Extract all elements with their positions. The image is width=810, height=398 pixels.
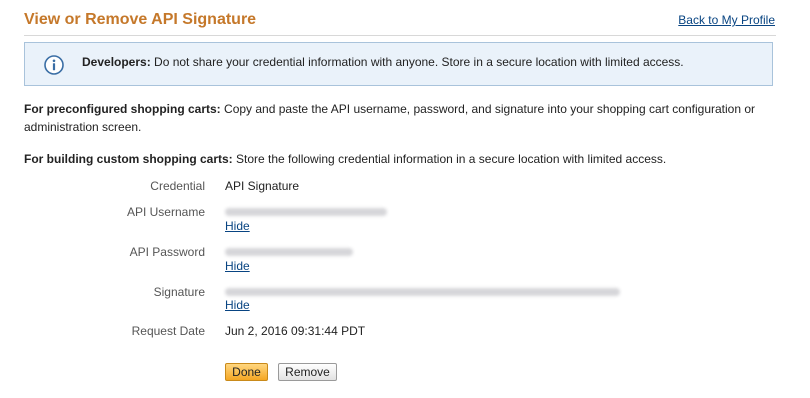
api-password-label: API Password [129,245,205,259]
api-username-value-redacted [225,208,387,216]
request-date-label: Request Date [131,324,205,338]
info-message-text: Do not share your credential information… [150,55,684,69]
signature-label: Signature [153,285,205,299]
done-button[interactable]: Done [225,363,268,381]
page-title: View or Remove API Signature [24,11,257,28]
credential-value: API Signature [225,179,300,193]
hide-username-link[interactable]: Hide [225,219,250,233]
hide-signature-link[interactable]: Hide [225,298,250,312]
back-to-profile-link[interactable]: Back to My Profile [678,13,775,27]
credential-label: Credential [150,179,205,193]
custom-carts-bold: For building custom shopping carts: [24,152,233,166]
info-icon [44,55,64,75]
api-username-label: API Username [126,205,205,219]
developer-info-box: Developers: Do not share your credential… [24,42,773,86]
title-divider [24,35,776,36]
preconfigured-carts-paragraph: For preconfigured shopping carts: Copy a… [24,100,784,136]
api-password-value-redacted [225,248,353,256]
preconfigured-carts-bold: For preconfigured shopping carts: [24,102,221,116]
remove-button[interactable]: Remove [278,363,337,381]
info-message-bold: Developers: [82,55,151,69]
info-message: Developers: Do not share your credential… [82,55,684,69]
hide-password-link[interactable]: Hide [225,259,250,273]
custom-carts-text: Store the following credential informati… [232,152,667,166]
signature-value-redacted [225,288,620,296]
request-date-value: Jun 2, 2016 09:31:44 PDT [225,324,366,338]
custom-carts-paragraph: For building custom shopping carts: Stor… [24,150,784,168]
